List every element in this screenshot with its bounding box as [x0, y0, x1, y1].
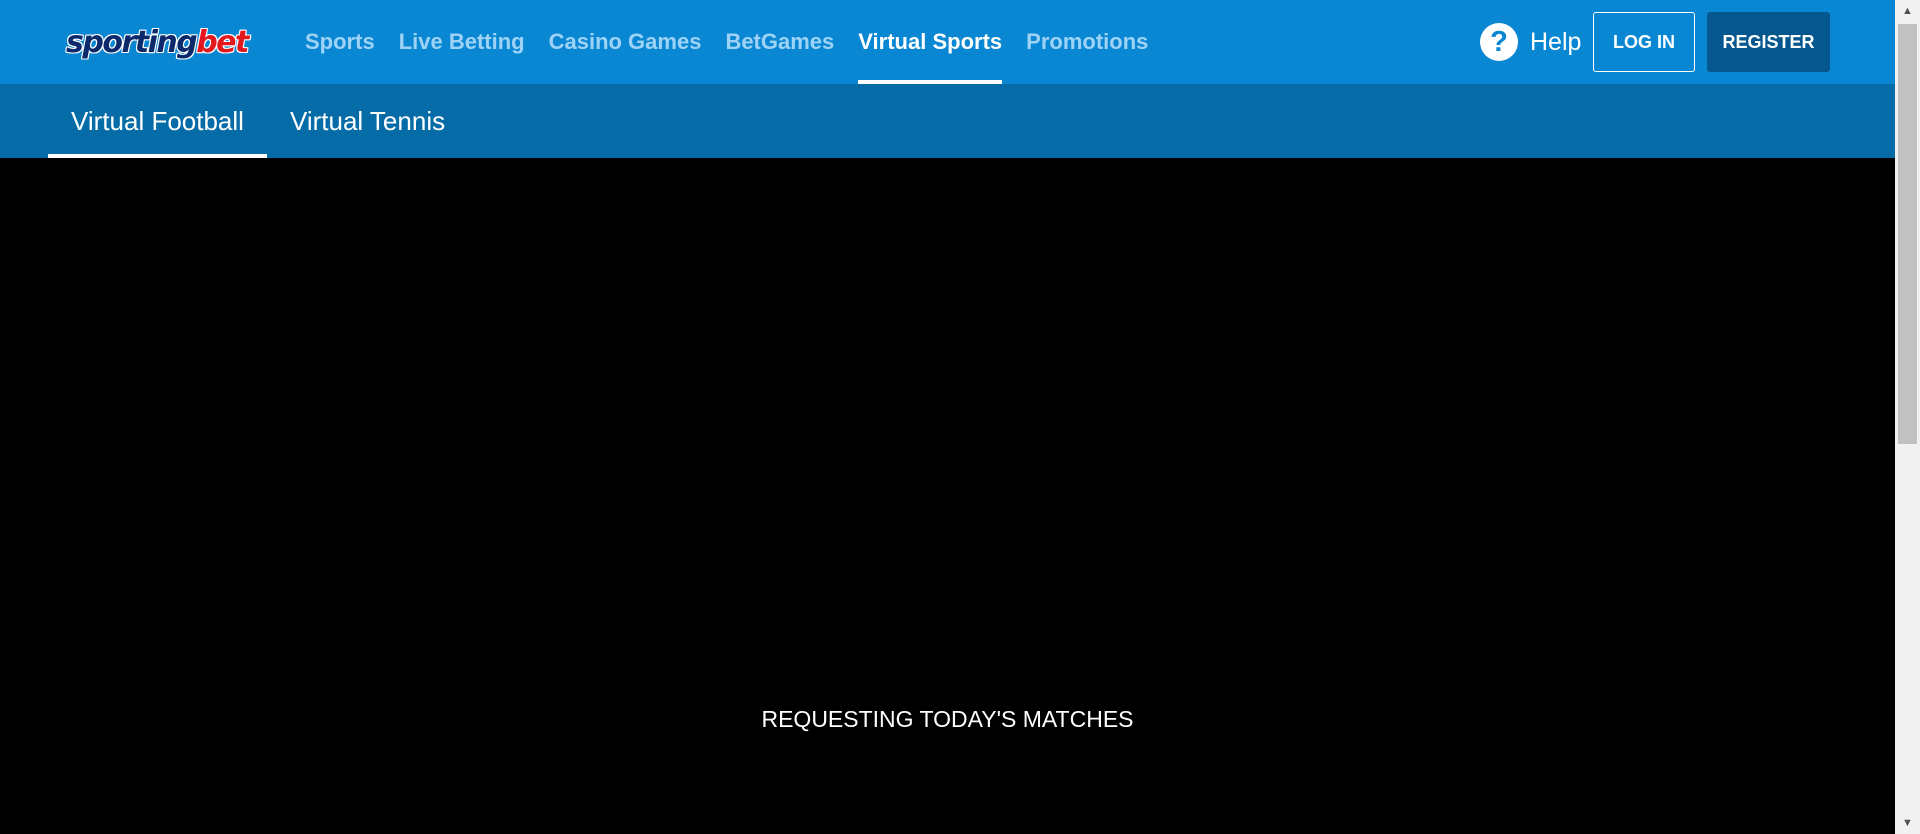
- question-circle-icon: ?: [1480, 23, 1518, 61]
- virtual-sports-tabs: Virtual Football Virtual Tennis: [48, 84, 468, 158]
- help-link[interactable]: ? Help: [1480, 22, 1581, 62]
- nav-virtual-sports[interactable]: Virtual Sports: [846, 0, 1014, 84]
- arrow-down-icon[interactable]: ▼: [1895, 812, 1920, 834]
- main-nav: Sports Live Betting Casino Games BetGame…: [293, 0, 1160, 84]
- loading-status-text: REQUESTING TODAY'S MATCHES: [761, 706, 1134, 732]
- nav-promotions[interactable]: Promotions: [1014, 0, 1160, 84]
- tab-virtual-tennis[interactable]: Virtual Tennis: [267, 84, 468, 158]
- login-button[interactable]: LOG IN: [1593, 12, 1695, 72]
- nav-betgames[interactable]: BetGames: [713, 0, 846, 84]
- tab-virtual-football[interactable]: Virtual Football: [48, 84, 267, 158]
- nav-sports[interactable]: Sports: [293, 0, 387, 84]
- page: sporting bet Sports Live Betting Casino G…: [0, 0, 1895, 834]
- register-button[interactable]: REGISTER: [1707, 12, 1830, 72]
- top-header: sporting bet Sports Live Betting Casino G…: [0, 0, 1895, 84]
- scrollbar-thumb[interactable]: [1898, 24, 1917, 444]
- nav-live-betting[interactable]: Live Betting: [387, 0, 537, 84]
- arrow-up-icon[interactable]: ▲: [1895, 0, 1920, 22]
- sub-header: Virtual Football Virtual Tennis: [0, 84, 1895, 158]
- vertical-scrollbar[interactable]: ▲ ▼: [1895, 0, 1920, 834]
- game-area: REQUESTING TODAY'S MATCHES: [0, 158, 1895, 834]
- sportingbet-logo[interactable]: sporting bet: [66, 22, 249, 62]
- logo-text-sporting: sporting: [66, 24, 198, 60]
- nav-casino-games[interactable]: Casino Games: [537, 0, 714, 84]
- logo-text-bet: bet: [196, 24, 249, 60]
- help-label: Help: [1530, 27, 1582, 56]
